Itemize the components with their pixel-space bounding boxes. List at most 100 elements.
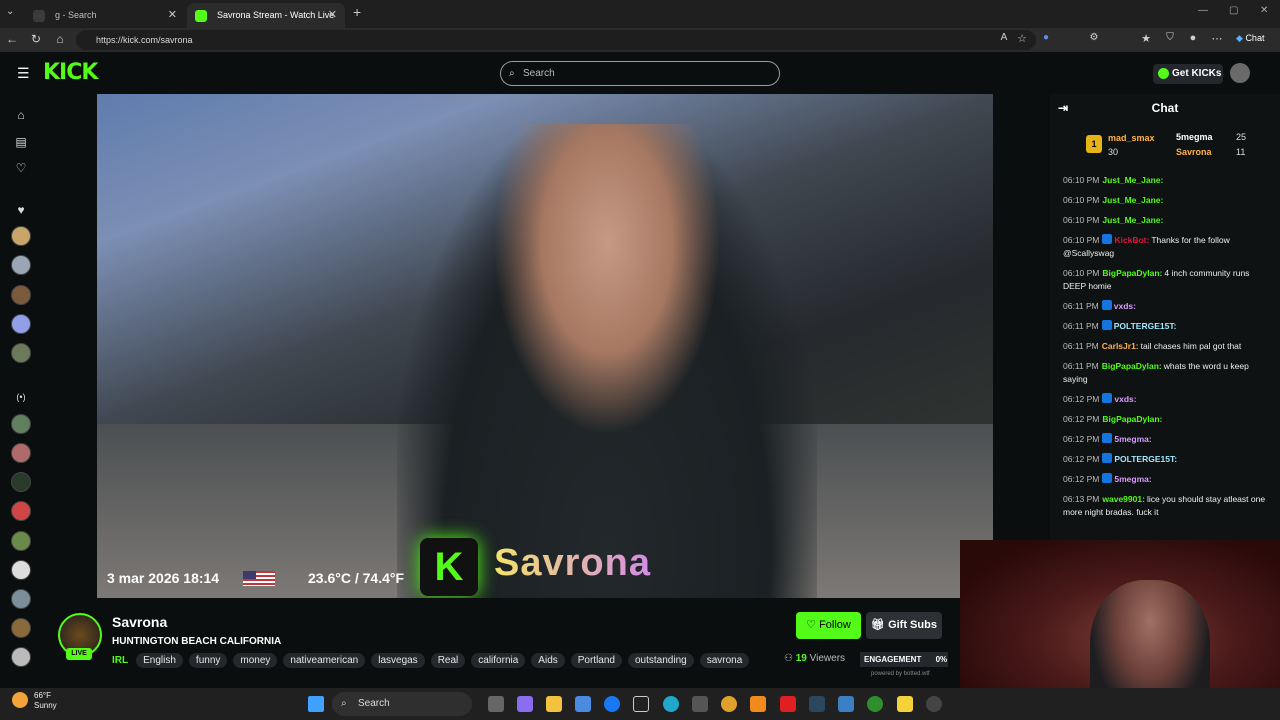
youtube-icon[interactable] [780,696,796,712]
read-aloud-icon[interactable]: A [996,32,1012,43]
kick-logo[interactable]: KICK [43,60,98,85]
notes-icon[interactable] [897,696,913,712]
following-nav-icon[interactable]: ♡ [11,158,31,178]
chrome-icon[interactable] [721,696,737,712]
chat-username[interactable]: 5megma: [1114,474,1151,484]
shield-icon[interactable]: ⛉ [1162,32,1178,43]
tag-chip[interactable]: outstanding [628,652,694,668]
tag-chip[interactable]: funny [188,652,228,668]
amazon-icon[interactable] [633,696,649,712]
store-icon[interactable] [575,696,591,712]
start-windows-icon[interactable] [308,696,324,712]
gift-subs-button[interactable]: 🎁︎ Gift Subs [866,612,942,639]
favorite-star-icon[interactable]: ☆ [1014,32,1030,45]
close-window-icon[interactable]: ✕ [1260,5,1268,16]
chat-username[interactable]: Just_Me_Jane: [1102,175,1163,185]
follow-button[interactable]: ♡ Follow [796,612,861,639]
extension-icon[interactable]: ● [1038,32,1054,43]
live-channel-avatar[interactable] [11,472,31,492]
followed-channel-avatar[interactable] [11,314,31,334]
extensions-puzzle-icon[interactable]: ⚙ [1086,32,1102,43]
live-channel-avatar[interactable] [11,647,31,667]
vlc-icon[interactable] [750,696,766,712]
new-tab-button[interactable]: + [353,4,361,20]
chat-username[interactable]: Just_Me_Jane: [1102,215,1163,225]
collapse-chat-icon[interactable]: ⇥ [1058,94,1068,122]
tag-chip[interactable]: nativeamerican [283,652,366,668]
xbox-icon[interactable] [867,696,883,712]
favorites-icon[interactable]: ★ [1138,32,1154,45]
chat-username[interactable]: vxds: [1114,301,1136,311]
edge-icon[interactable] [663,696,679,712]
tag-chip[interactable]: Portland [570,652,622,668]
chat-username[interactable]: POLTERGE15T: [1114,454,1177,464]
live-channel-avatar[interactable] [11,560,31,580]
minimize-icon[interactable]: — [1198,5,1208,16]
video-player[interactable]: 3 mar 2026 18:14 23.6°C / 74.4°F K Savro… [97,94,993,598]
us-flag-icon [243,571,275,586]
chat-message: 06:11 PM BigPapaDylan: whats the word u ke… [1063,360,1273,386]
channel-name[interactable]: Savrona [112,614,167,630]
more-menu-icon[interactable]: ⋯ [1209,32,1225,45]
tag-chip[interactable]: English [136,652,183,668]
leader-name[interactable]: Savrona [1176,147,1212,157]
user-avatar[interactable] [1230,63,1250,83]
live-channel-avatar[interactable] [11,589,31,609]
tab-kick-stream[interactable]: Savrona Stream - Watch Live on Kick ✕ [187,3,345,45]
close-tab-icon[interactable]: ✕ [168,3,177,28]
app-icon[interactable] [838,696,854,712]
live-channel-avatar[interactable] [11,531,31,551]
followed-channel-avatar[interactable] [11,255,31,275]
maximize-icon[interactable]: ▢ [1229,5,1238,16]
chat-username[interactable]: BigPapaDylan: [1102,361,1162,371]
copilot-chat-button[interactable]: ◆ Chat [1236,33,1264,44]
live-channel-avatar[interactable] [11,618,31,638]
tab-list-chevron-icon[interactable]: ⌄ [6,6,14,17]
profile-avatar-icon[interactable]: ● [1185,32,1201,44]
get-kicks-button[interactable]: Get KICKs [1153,64,1223,84]
chat-username[interactable]: wave9901: [1102,494,1145,504]
followed-channel-avatar[interactable] [11,226,31,246]
address-bar[interactable]: https://kick.com/savrona [76,30,1036,50]
chat-username[interactable]: Just_Me_Jane: [1102,195,1163,205]
followed-channel-avatar[interactable] [11,285,31,305]
chat-username[interactable]: CarlsJr1: [1102,341,1139,351]
followed-channel-avatar[interactable] [11,343,31,363]
category-link[interactable]: IRL [112,655,128,666]
copilot-app-icon[interactable] [517,696,533,712]
facebook-icon[interactable] [604,696,620,712]
chat-username[interactable]: vxds: [1114,394,1136,404]
chat-username[interactable]: KickBot: [1114,235,1149,245]
tag-chip[interactable]: california [471,652,526,668]
chat-username[interactable]: BigPapaDylan: [1102,414,1162,424]
live-channel-avatar[interactable] [11,443,31,463]
chat-username[interactable]: BigPapaDylan: [1102,268,1162,278]
file-explorer-icon[interactable] [546,696,562,712]
obs-icon[interactable] [926,696,942,712]
search-input[interactable]: ⌕ Search [500,61,780,86]
task-view-icon[interactable] [488,696,504,712]
steam-icon[interactable] [809,696,825,712]
tag-chip[interactable]: lasvegas [371,652,425,668]
close-tab-icon[interactable]: ✕ [328,3,337,28]
refresh-icon[interactable]: ↻ [28,32,44,46]
tag-chip[interactable]: money [233,652,278,668]
tag-chip[interactable]: savrona [699,652,750,668]
calculator-icon[interactable] [692,696,708,712]
back-icon[interactable]: ← [4,32,20,46]
hamburger-menu-icon[interactable]: ☰ [17,65,30,82]
home-nav-icon[interactable]: ⌂ [11,105,31,125]
home-icon[interactable]: ⌂ [52,32,68,46]
weather-widget[interactable]: 66°F Sunny [10,691,57,711]
taskbar-search[interactable]: ⌕ Search [332,692,472,716]
chat-username[interactable]: 5megma: [1114,434,1151,444]
live-channel-avatar[interactable] [11,414,31,434]
leader-name[interactable]: mad_smax [1108,133,1155,143]
tag-chip[interactable]: Aids [531,652,565,668]
chat-username[interactable]: POLTERGE15T: [1114,321,1177,331]
tab-search[interactable]: g - Search ✕ [25,3,185,28]
live-channel-avatar[interactable] [11,501,31,521]
browse-nav-icon[interactable]: ▤ [11,132,31,152]
leader-name[interactable]: 5megma [1176,132,1213,142]
tag-chip[interactable]: Real [430,652,466,668]
